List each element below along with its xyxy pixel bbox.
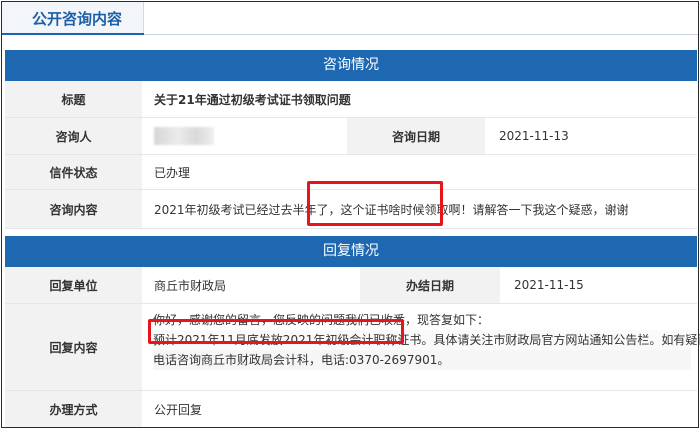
person-value: [142, 118, 347, 154]
consult-section-header: 咨询情况: [5, 50, 697, 81]
person-label: 咨询人: [5, 118, 142, 154]
date-value: 2021-11-13: [499, 129, 569, 143]
method-value: 公开回复: [154, 402, 203, 417]
tab-public-consult[interactable]: 公开咨询内容: [2, 2, 144, 35]
reply-section-header: 回复情况: [5, 236, 697, 267]
masked-name: [154, 127, 214, 145]
highlight-box-reply: [148, 319, 404, 344]
unit-value: 商丘市财政局: [154, 278, 227, 293]
reply-line-3: 电话咨询商丘市财政局会计科，电话:0370-2697901。: [153, 350, 691, 370]
row-title: 标题 关于21年通过初级考试证书领取问题: [5, 81, 697, 118]
title-label: 标题: [5, 81, 142, 117]
highlight-box-consult: [307, 181, 443, 226]
row-method: 办理方式 公开回复: [5, 391, 697, 427]
consult-content-label: 咨询内容: [5, 190, 142, 228]
row-person: 咨询人 咨询日期 2021-11-13: [5, 118, 697, 155]
finish-date-value: 2021-11-15: [514, 278, 584, 292]
tab-bar: 公开咨询内容: [2, 2, 698, 35]
row-unit: 回复单位 商丘市财政局 办结日期 2021-11-15: [5, 267, 697, 304]
date-label: 咨询日期: [347, 118, 485, 154]
reply-content-label: 回复内容: [5, 304, 142, 390]
method-label: 办理方式: [5, 391, 142, 427]
unit-label: 回复单位: [5, 267, 142, 303]
status-label: 信件状态: [5, 155, 142, 189]
row-reply-content: 回复内容 你好，感谢您的留言，您反映的问题我们已收悉，现答复如下： 预计2021…: [5, 304, 700, 391]
finish-date-label: 办结日期: [360, 267, 500, 303]
title-value: 关于21年通过初级考试证书领取问题: [154, 92, 351, 107]
tab-active-indicator: [2, 33, 144, 35]
